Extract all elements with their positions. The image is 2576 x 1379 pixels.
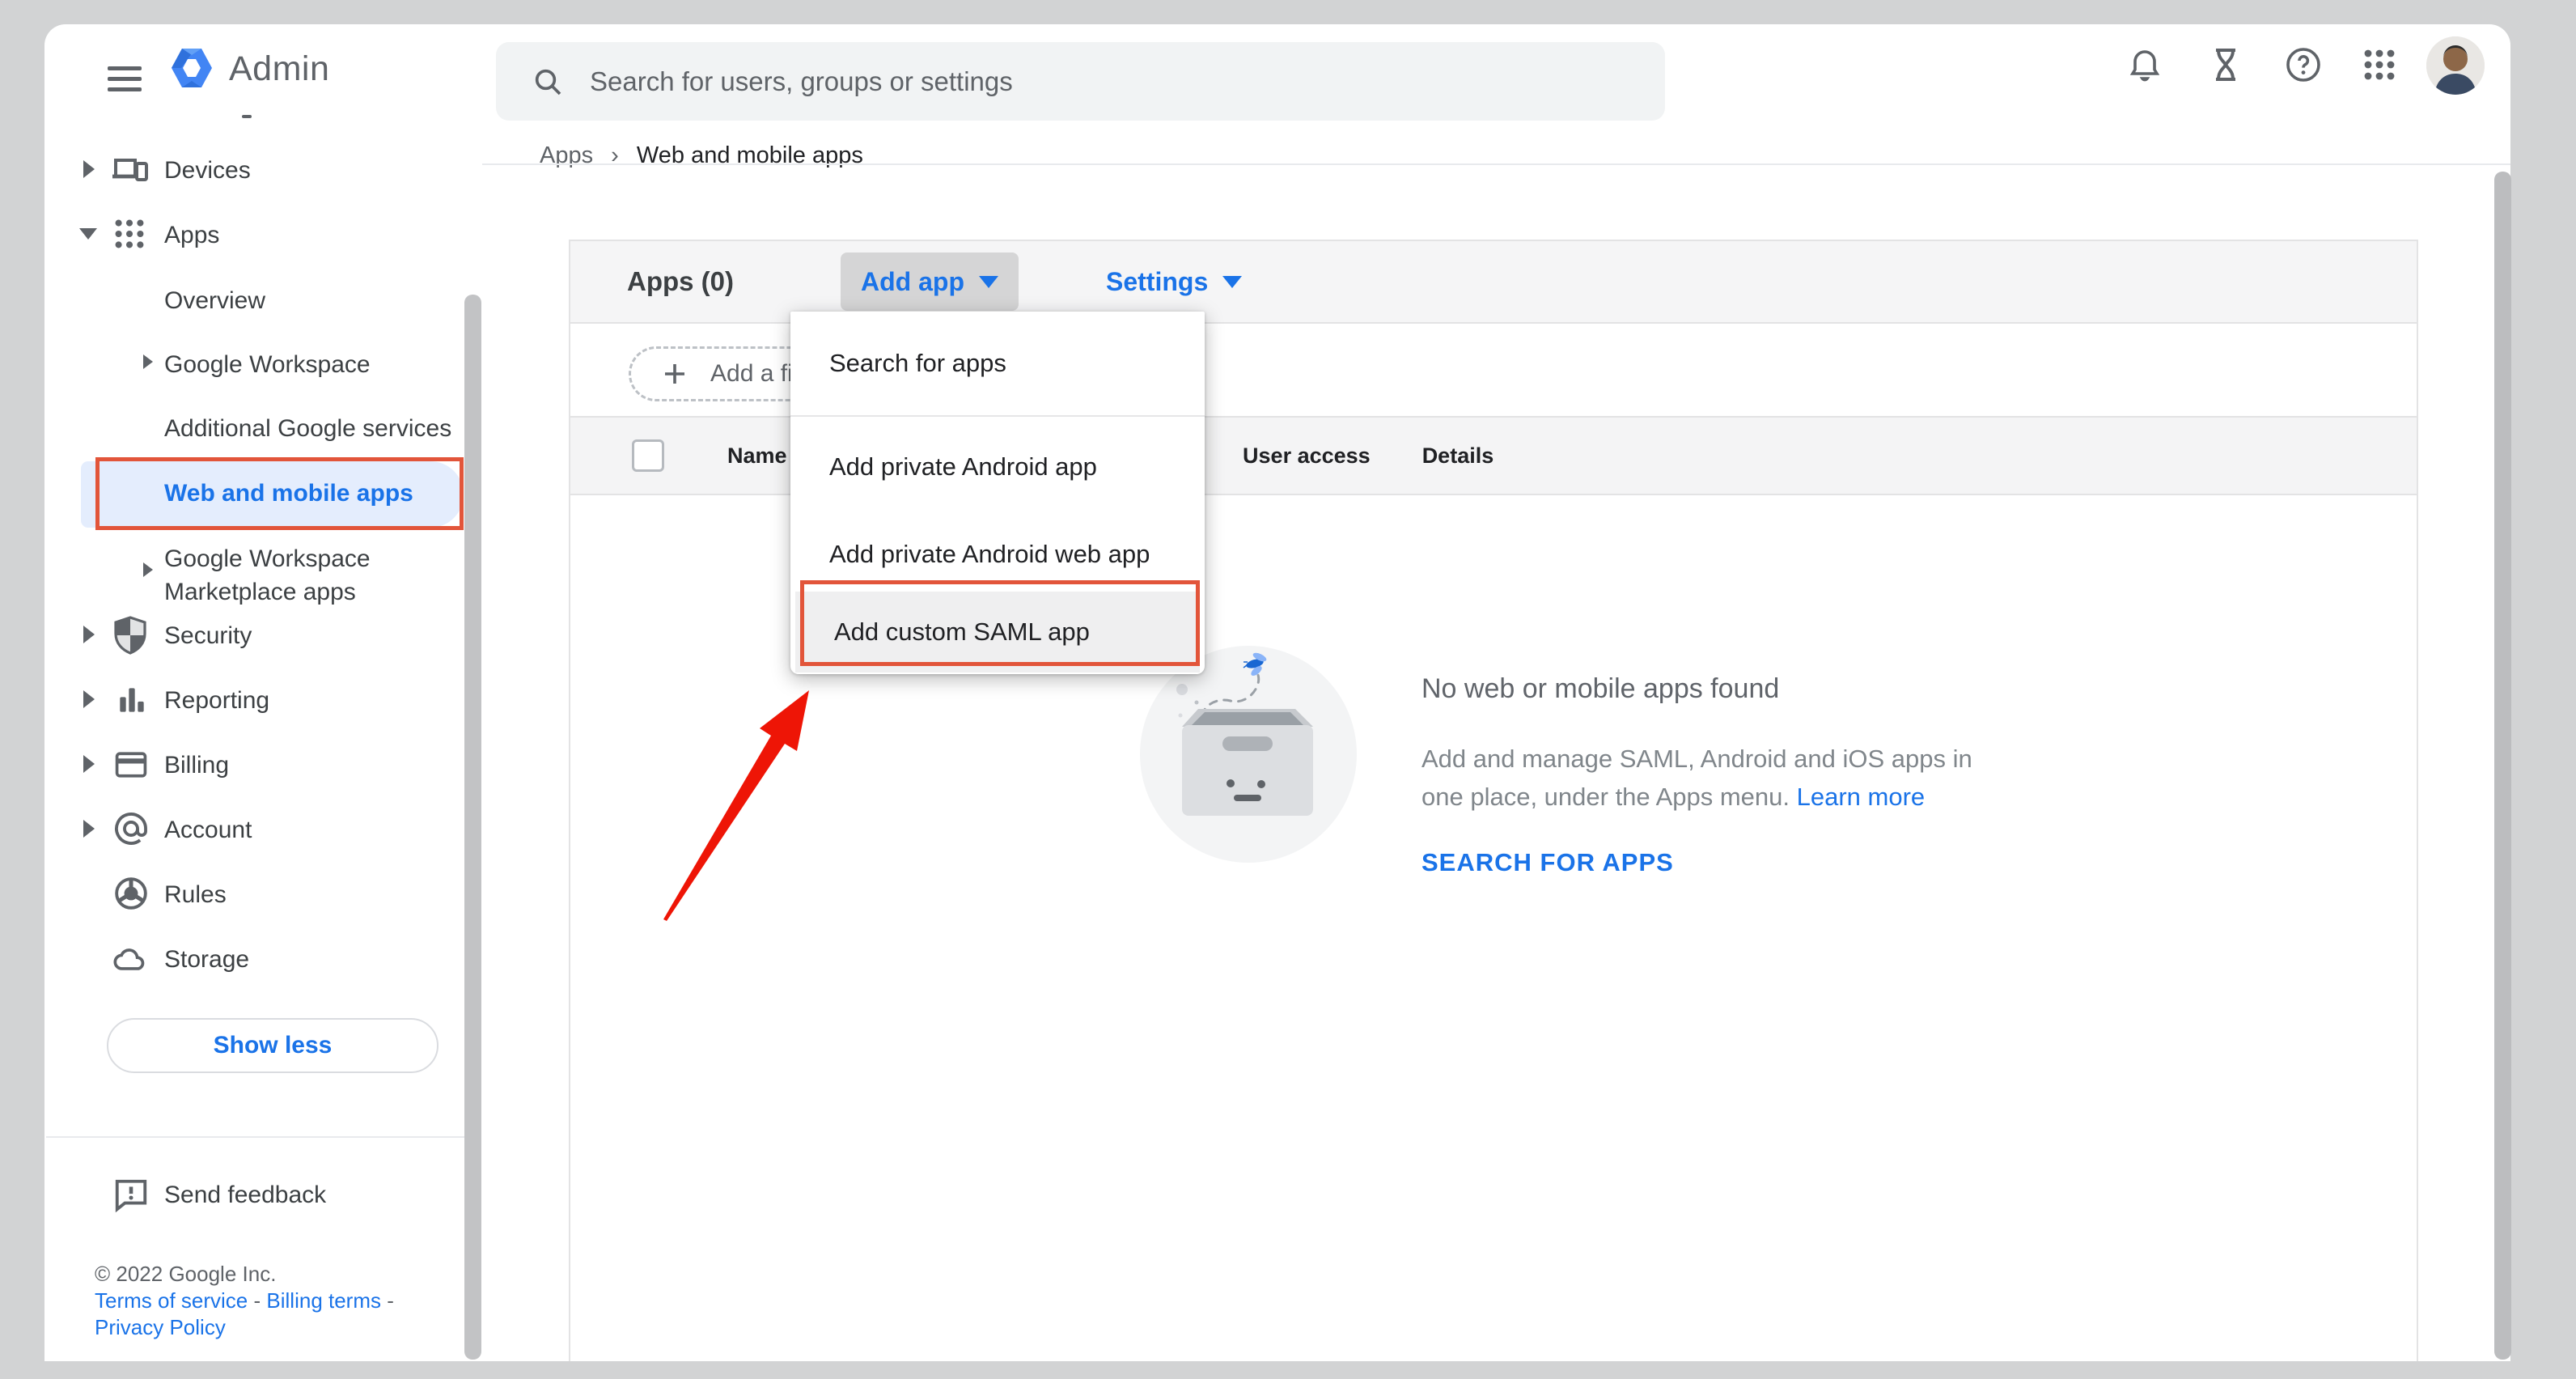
caret-down-icon (979, 276, 998, 288)
admin-console-window: Admin Search for users, groups or settin… (44, 24, 2510, 1361)
security-expand-caret[interactable] (83, 626, 95, 643)
send-feedback-button[interactable]: Send feedback (164, 1182, 326, 1209)
sidebar-item-overview[interactable]: Overview (164, 287, 265, 315)
security-shield-icon (112, 616, 148, 655)
page-scrollbar[interactable] (2494, 172, 2511, 1360)
menu-item-search-for-apps[interactable]: Search for apps (790, 312, 1205, 415)
column-user-access[interactable]: User access (1243, 443, 1371, 469)
google-workspace-expand-caret[interactable] (143, 354, 153, 369)
sidebar-item-storage[interactable]: Storage (164, 946, 249, 974)
avatar[interactable] (2426, 36, 2485, 95)
scrolled-item-remnant (242, 115, 252, 118)
account-expand-caret[interactable] (83, 820, 95, 838)
product-title: Admin (229, 49, 329, 89)
tasks-hourglass-icon[interactable] (2206, 45, 2245, 84)
account-at-icon (112, 810, 150, 847)
devices-icon (111, 151, 150, 189)
rules-icon (112, 875, 150, 912)
sidebar-item-account[interactable]: Account (164, 817, 252, 844)
select-all-checkbox[interactable] (632, 439, 664, 472)
notifications-bell-icon[interactable] (2125, 45, 2164, 84)
annotation-box-saml (800, 580, 1200, 666)
sidebar-item-security[interactable]: Security (164, 622, 252, 650)
copyright: © 2022 Google Inc. (95, 1261, 394, 1288)
sidebar-item-additional-google-services[interactable]: Additional Google services (164, 415, 451, 443)
billing-terms-link[interactable]: Billing terms (266, 1288, 381, 1313)
apps-collapse-caret[interactable] (79, 228, 97, 240)
plus-icon (660, 359, 689, 388)
storage-cloud-icon (111, 941, 150, 977)
search-for-apps-action[interactable]: SEARCH FOR APPS (1421, 848, 1674, 877)
sidebar-item-google-workspace[interactable]: Google Workspace (164, 351, 371, 379)
annotation-box-sidebar (95, 457, 464, 530)
menu-hamburger-button[interactable] (108, 66, 142, 98)
sidebar-item-rules[interactable]: Rules (164, 881, 227, 909)
billing-card-icon (112, 747, 150, 783)
devices-expand-caret[interactable] (83, 160, 95, 178)
empty-state-illustration (1135, 641, 1362, 868)
sidebar-item-devices[interactable]: Devices (164, 157, 251, 185)
sidebar-item-gw-marketplace-apps[interactable]: Google Workspace Marketplace apps (164, 542, 371, 609)
sidebar-scrollbar[interactable] (464, 295, 481, 1360)
terms-of-service-link[interactable]: Terms of service (95, 1288, 248, 1313)
apps-count-label: Apps (0) (627, 266, 734, 297)
reporting-expand-caret[interactable] (83, 690, 95, 708)
show-less-button[interactable]: Show less (107, 1018, 439, 1073)
admin-logo-icon (172, 45, 212, 91)
marketplace-expand-caret[interactable] (143, 562, 153, 577)
settings-button[interactable]: Settings (1106, 267, 1242, 297)
billing-expand-caret[interactable] (83, 755, 95, 773)
sidebar-item-reporting[interactable]: Reporting (164, 687, 269, 715)
caret-down-icon (1222, 276, 1242, 288)
search-icon (532, 66, 564, 98)
empty-state-title: No web or mobile apps found (1421, 673, 1779, 705)
empty-state-body: Add and manage SAML, Android and iOS app… (1421, 740, 1972, 816)
learn-more-link[interactable]: Learn more (1797, 783, 1926, 811)
send-feedback-icon (112, 1177, 150, 1214)
global-search-input[interactable]: Search for users, groups or settings (496, 42, 1665, 121)
sidebar-divider (46, 1136, 477, 1138)
sidebar-item-apps[interactable]: Apps (164, 222, 219, 249)
reporting-chart-icon (114, 682, 150, 718)
header-divider (482, 163, 2510, 165)
search-placeholder: Search for users, groups or settings (590, 66, 1013, 97)
breadcrumb: Apps › Web and mobile apps (540, 142, 863, 169)
menu-item-add-private-android-app[interactable]: Add private Android app (790, 417, 1205, 517)
help-icon[interactable] (2284, 45, 2323, 84)
apps-grid-icon (111, 215, 148, 252)
column-name[interactable]: Name (727, 443, 787, 469)
add-app-button[interactable]: Add app (841, 252, 1019, 311)
privacy-policy-link[interactable]: Privacy Policy (95, 1315, 226, 1339)
sidebar-item-billing[interactable]: Billing (164, 752, 229, 779)
app-launcher-grid-icon[interactable] (2360, 45, 2399, 84)
column-details[interactable]: Details (1422, 443, 1494, 469)
sidebar-footer: © 2022 Google Inc. Terms of service - Bi… (95, 1261, 394, 1341)
